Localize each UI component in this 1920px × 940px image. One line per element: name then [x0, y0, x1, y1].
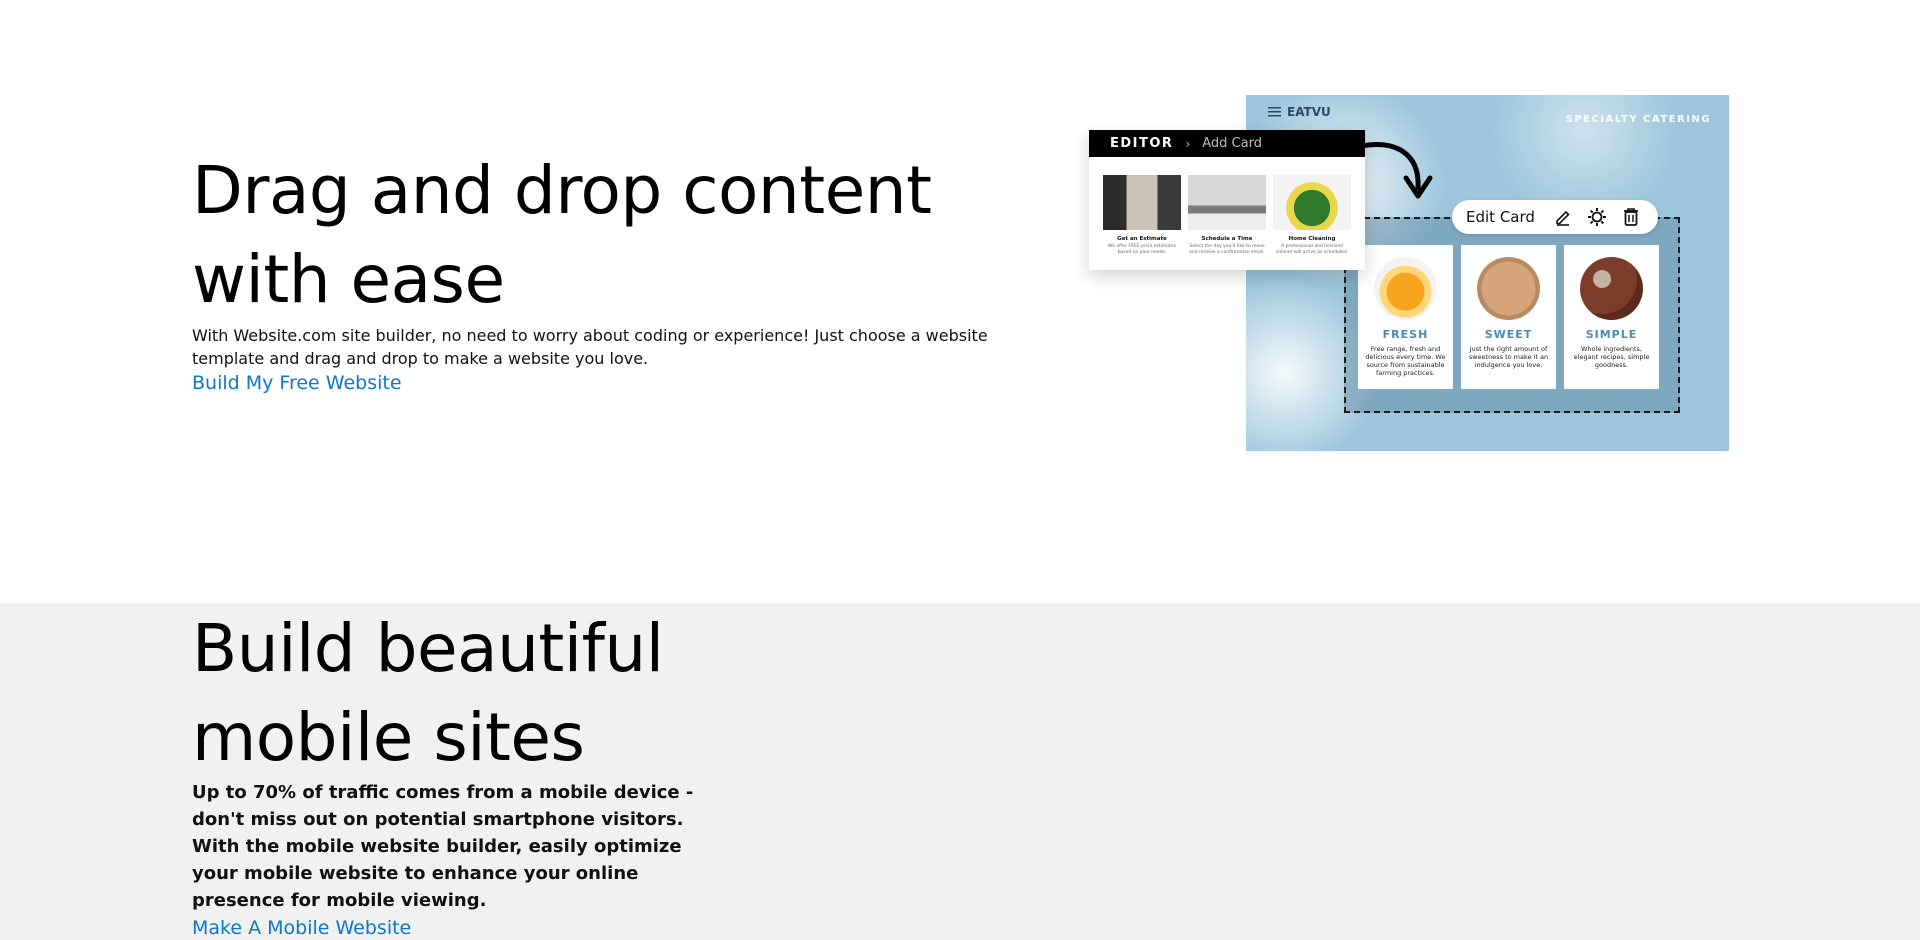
template-description: Select the day you'd like to move and re…	[1189, 244, 1265, 255]
card-title: SIMPLE	[1585, 328, 1638, 341]
editor-panel: EDITOR › Add Card Get an Estimate We off…	[1089, 130, 1365, 270]
template-image	[1273, 175, 1351, 230]
trash-icon	[1621, 207, 1641, 227]
template-estimate: Get an Estimate We offer FREE price esti…	[1103, 175, 1181, 256]
template-title: Get an Estimate	[1117, 236, 1167, 242]
edit-icon	[1553, 207, 1573, 227]
preview-tagline: SPECIALTY CATERING	[1565, 114, 1711, 125]
drag-drop-description: With Website.com site builder, no need t…	[192, 326, 988, 368]
card-title: FRESH	[1382, 328, 1429, 341]
drag-drop-heading: Drag and drop content with ease	[192, 152, 932, 318]
editor-title: EDITOR	[1110, 136, 1174, 151]
drag-arrow-icon	[1360, 142, 1433, 199]
mobile-heading: Build beautiful mobile sites	[192, 610, 664, 776]
preview-card-sweet: SWEET Just the right amount of sweetness…	[1461, 245, 1556, 389]
settings-icon	[1587, 207, 1607, 227]
build-free-website-link[interactable]: Build My Free Website	[192, 372, 402, 394]
card-description: Just the right amount of sweetness to ma…	[1468, 345, 1549, 369]
menu-icon	[1268, 107, 1281, 117]
card-description: Free range, fresh and delicious every ti…	[1365, 345, 1446, 377]
editor-header: EDITOR › Add Card	[1089, 130, 1365, 157]
edit-card-toolbar: Edit Card	[1452, 200, 1658, 234]
preview-cards: FRESH Free range, fresh and delicious ev…	[1358, 245, 1659, 389]
template-cleaning: Home Cleaning A professional and license…	[1273, 175, 1351, 256]
chevron-right-icon: ›	[1185, 136, 1191, 151]
egg-image	[1374, 257, 1437, 320]
template-image	[1188, 175, 1266, 230]
sugar-image	[1477, 257, 1540, 320]
mobile-description: Up to 70% of traffic comes from a mobile…	[192, 782, 694, 911]
template-description: We offer FREE price estimates based on y…	[1108, 244, 1176, 255]
template-title: Home Cleaning	[1288, 236, 1336, 242]
edit-card-label: Edit Card	[1466, 208, 1535, 226]
almonds-image	[1580, 257, 1643, 320]
editor-breadcrumb: Add Card	[1202, 136, 1262, 151]
card-templates: Get an Estimate We offer FREE price esti…	[1089, 157, 1365, 256]
make-mobile-website-link[interactable]: Make A Mobile Website	[192, 917, 411, 939]
template-title: Schedule a Time	[1201, 236, 1253, 242]
preview-brand-name: EATVU	[1287, 105, 1331, 119]
template-schedule: Schedule a Time Select the day you'd lik…	[1188, 175, 1266, 256]
template-image	[1103, 175, 1181, 230]
preview-card-simple: SIMPLE Whole ingredients, elegant recipe…	[1564, 245, 1659, 389]
card-description: Whole ingredients, elegant recipes, simp…	[1573, 345, 1650, 369]
card-title: SWEET	[1484, 328, 1533, 341]
preview-card-fresh: FRESH Free range, fresh and delicious ev…	[1358, 245, 1453, 389]
template-description: A professional and licensed cleaner will…	[1275, 244, 1349, 255]
preview-brand: EATVU	[1268, 105, 1331, 119]
